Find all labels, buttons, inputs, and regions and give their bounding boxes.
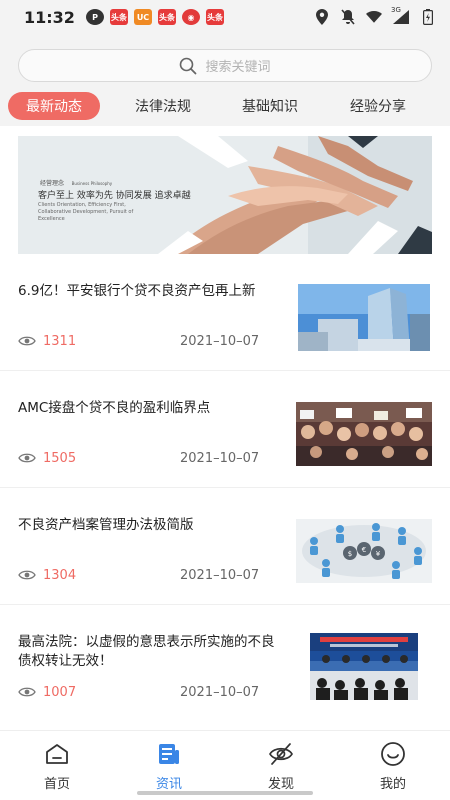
article-title: 6.9亿！平安银行个贷不良资产包再上新 — [18, 283, 256, 299]
search-placeholder: 搜索关键词 — [205, 60, 271, 75]
toutiao-icon: 头条 — [158, 9, 176, 25]
bottom-nav: 首页 资讯 发现 我的 — [0, 730, 450, 800]
nav-discover-label: 发现 — [267, 777, 294, 792]
article-title: AMC接盘个贷不良的盈利临界点 — [18, 400, 211, 416]
views-eye-icon — [18, 570, 36, 580]
svg-text:$: $ — [348, 550, 352, 558]
views-eye-icon — [18, 336, 36, 346]
banner[interactable]: 经营理念 Business Philosophy 客户至上 效率为先 协同发展 … — [18, 136, 432, 254]
nav-profile[interactable]: 我的 — [353, 741, 433, 793]
article-thumbnail — [310, 633, 418, 700]
nav-home-label: 首页 — [43, 777, 70, 792]
tab-latest[interactable]: 最新动态 — [8, 92, 100, 120]
nav-news[interactable]: 资讯 — [129, 741, 209, 793]
tab-laws[interactable]: 法律法规 — [118, 92, 208, 120]
wifi-icon — [366, 9, 382, 25]
article-date: 2021–10–07 — [180, 685, 260, 700]
app-p-icon: P — [86, 9, 104, 25]
network-label: 3G — [391, 6, 401, 14]
home-icon — [46, 744, 68, 764]
uc-icon: UC — [134, 9, 152, 25]
banner-slogan: 客户至上 效率为先 协同发展 追求卓越 — [38, 191, 191, 201]
location-icon — [314, 9, 330, 25]
list-item[interactable]: AMC接盘个贷不良的盈利临界点 1505 2021–10–07 — [0, 371, 450, 488]
battery-icon — [420, 9, 436, 25]
weibo-icon: ◉ — [182, 9, 200, 25]
signal-icon: 3G — [391, 6, 410, 25]
search-input[interactable]: 搜索关键词 — [18, 49, 432, 82]
search-area: 搜索关键词 — [0, 34, 450, 88]
status-bar: 11:32 P 头条 UC 头条 ◉ 头条 3G — [0, 0, 450, 34]
article-title: 不良资产档案管理办法极简版 — [18, 517, 194, 533]
list-item[interactable]: 最高法院：以虚假的意思表示所实施的不良债权转让无效！ 1007 2021–10–… — [0, 605, 450, 722]
status-app-icons: P 头条 UC 头条 ◉ 头条 — [86, 9, 224, 25]
article-title: 最高法院：以虚假的意思表示所实施的不良债权转让无效！ — [18, 634, 275, 669]
discover-icon — [269, 743, 293, 765]
profile-icon — [381, 742, 405, 766]
svg-text:€: € — [362, 546, 366, 554]
list-item[interactable]: 6.9亿！平安银行个贷不良资产包再上新 1311 2021–10–07 — [0, 254, 450, 371]
nav-profile-label: 我的 — [379, 777, 406, 792]
svg-text:¥: ¥ — [376, 550, 381, 558]
article-views: 1505 — [43, 451, 77, 466]
nav-news-label: 资讯 — [155, 777, 182, 792]
tab-basics[interactable]: 基础知识 — [225, 92, 315, 120]
article-views: 1007 — [43, 685, 77, 700]
news-icon — [159, 744, 179, 764]
gesture-bar[interactable] — [137, 791, 313, 795]
search-icon — [180, 57, 197, 74]
banner-slogan-en: Clients Orientation, Efficiency First, C… — [38, 202, 134, 222]
article-date: 2021–10–07 — [180, 568, 260, 583]
mute-icon — [340, 9, 356, 25]
views-eye-icon — [18, 453, 36, 463]
tab-experience[interactable]: 经验分享 — [333, 92, 423, 120]
article-date: 2021–10–07 — [180, 451, 260, 466]
article-views: 1311 — [43, 334, 77, 349]
toutiao-icon: 头条 — [110, 9, 128, 25]
views-eye-icon — [18, 687, 36, 697]
status-right-icons: 3G — [314, 6, 436, 25]
nav-discover[interactable]: 发现 — [241, 741, 321, 793]
article-views: 1304 — [43, 568, 77, 583]
article-thumbnail — [298, 284, 430, 351]
article-thumbnail — [296, 402, 432, 466]
banner-heading: 经营理念 Business Philosophy — [40, 180, 113, 187]
toutiao-icon: 头条 — [206, 9, 224, 25]
article-thumbnail: $ € ¥ — [296, 519, 432, 583]
list-item[interactable]: 不良资产档案管理办法极简版 1304 2021–10–07 $ € ¥ — [0, 488, 450, 605]
category-tabs: 最新动态 法律法规 基础知识 经验分享 — [0, 88, 450, 126]
article-date: 2021–10–07 — [180, 334, 260, 349]
nav-home[interactable]: 首页 — [17, 741, 97, 793]
status-time: 11:32 — [24, 7, 75, 27]
